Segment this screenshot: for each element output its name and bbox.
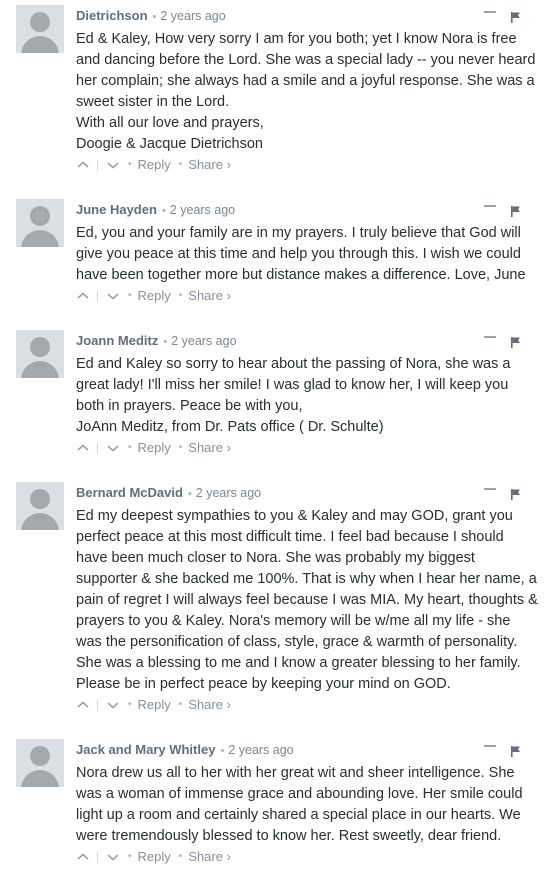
chevron-up-icon (77, 292, 89, 299)
default-avatar-icon (30, 489, 50, 509)
separator-dot: • (128, 159, 132, 170)
separator-dot: • (128, 290, 132, 301)
vote-divider (97, 442, 98, 454)
comment-text: Ed, you and your family are in my prayer… (76, 225, 526, 283)
chevron-up-icon (77, 444, 89, 451)
default-avatar-icon (30, 12, 50, 32)
chevron-up-icon (77, 701, 89, 708)
minus-icon[interactable] (484, 205, 496, 207)
upvote-button[interactable] (76, 851, 90, 863)
comment-text: Nora drew us all to her with her great w… (76, 765, 523, 844)
separator-dot: • (187, 488, 192, 500)
comment-header: Dietrichson • 2 years ago (76, 7, 226, 25)
author-name[interactable]: Dietrichson (76, 8, 148, 23)
comment-text: Ed & Kaley, How very sorry I am for you … (76, 31, 536, 152)
downvote-button[interactable] (106, 699, 120, 711)
author-name[interactable]: Bernard McDavid (76, 485, 183, 500)
flag-icon[interactable] (510, 205, 522, 217)
reply-button[interactable]: Reply (138, 440, 171, 456)
separator-dot: • (128, 699, 132, 710)
separator-dot: • (128, 442, 132, 453)
comment-header: Bernard McDavid • 2 years ago (76, 484, 261, 502)
comment-footer: • Reply • Share › (76, 288, 231, 304)
author-name[interactable]: Joann Meditz (76, 333, 158, 348)
downvote-button[interactable] (106, 159, 120, 171)
downvote-button[interactable] (106, 442, 120, 454)
upvote-button[interactable] (76, 442, 90, 454)
flag-icon[interactable] (510, 488, 522, 500)
chevron-down-icon (107, 702, 119, 709)
upvote-button[interactable] (76, 159, 90, 171)
timestamp[interactable]: 2 years ago (196, 486, 261, 500)
timestamp[interactable]: 2 years ago (228, 743, 293, 757)
default-avatar-icon (30, 206, 50, 226)
comment-list: Dietrichson • 2 years ago Ed & Kaley, How … (0, 0, 556, 878)
avatar[interactable] (16, 5, 64, 53)
avatar[interactable] (16, 199, 64, 247)
reply-button[interactable]: Reply (138, 697, 171, 713)
separator-dot: • (128, 851, 132, 862)
chevron-up-icon (77, 853, 89, 860)
chevron-up-icon (77, 161, 89, 168)
share-button[interactable]: Share › (188, 288, 231, 304)
separator-dot: • (178, 159, 183, 170)
comment-footer: • Reply • Share › (76, 157, 231, 173)
avatar[interactable] (16, 330, 64, 378)
flag-icon[interactable] (510, 745, 522, 757)
vote-divider (97, 851, 98, 863)
upvote-button[interactable] (76, 699, 90, 711)
separator-dot: • (178, 442, 183, 453)
upvote-button[interactable] (76, 290, 90, 302)
comment-footer: • Reply • Share › (76, 440, 231, 456)
separator-dot: • (220, 745, 225, 757)
comment-text: Ed my deepest sympathies to you & Kaley … (76, 508, 538, 692)
minus-icon[interactable] (484, 488, 496, 490)
default-avatar-icon (30, 337, 50, 357)
comment-footer: • Reply • Share › (76, 697, 231, 713)
comment-header: Joann Meditz • 2 years ago (76, 332, 237, 350)
default-avatar-icon (30, 746, 50, 766)
minus-icon[interactable] (484, 336, 496, 338)
chevron-down-icon (107, 445, 119, 452)
share-button[interactable]: Share › (188, 157, 231, 173)
chevron-down-icon (107, 162, 119, 169)
reply-button[interactable]: Reply (138, 849, 171, 865)
vote-divider (97, 290, 98, 302)
reply-button[interactable]: Reply (138, 157, 171, 173)
separator-dot: • (161, 205, 166, 217)
minus-icon[interactable] (484, 11, 496, 13)
vote-divider (97, 159, 98, 171)
separator-dot: • (178, 851, 183, 862)
author-name[interactable]: Jack and Mary Whitley (76, 742, 215, 757)
timestamp[interactable]: 2 years ago (170, 203, 235, 217)
author-name[interactable]: June Hayden (76, 202, 157, 217)
reply-button[interactable]: Reply (138, 288, 171, 304)
comment-header: June Hayden • 2 years ago (76, 201, 235, 219)
minus-icon[interactable] (484, 745, 496, 747)
separator-dot: • (178, 290, 183, 301)
chevron-down-icon (107, 854, 119, 861)
share-button[interactable]: Share › (188, 849, 231, 865)
share-button[interactable]: Share › (188, 697, 231, 713)
downvote-button[interactable] (106, 851, 120, 863)
share-button[interactable]: Share › (188, 440, 231, 456)
avatar[interactable] (16, 739, 64, 787)
comment-text: Ed and Kaley so sorry to hear about the … (76, 356, 511, 435)
comment-header: Jack and Mary Whitley • 2 years ago (76, 741, 294, 759)
separator-dot: • (178, 699, 183, 710)
avatar[interactable] (16, 482, 64, 530)
separator-dot: • (152, 11, 157, 23)
vote-divider (97, 699, 98, 711)
flag-icon[interactable] (510, 336, 522, 348)
comment-footer: • Reply • Share › (76, 849, 231, 865)
timestamp[interactable]: 2 years ago (160, 9, 225, 23)
timestamp[interactable]: 2 years ago (171, 334, 236, 348)
flag-icon[interactable] (510, 11, 522, 23)
separator-dot: • (163, 336, 168, 348)
downvote-button[interactable] (106, 290, 120, 302)
chevron-down-icon (107, 293, 119, 300)
